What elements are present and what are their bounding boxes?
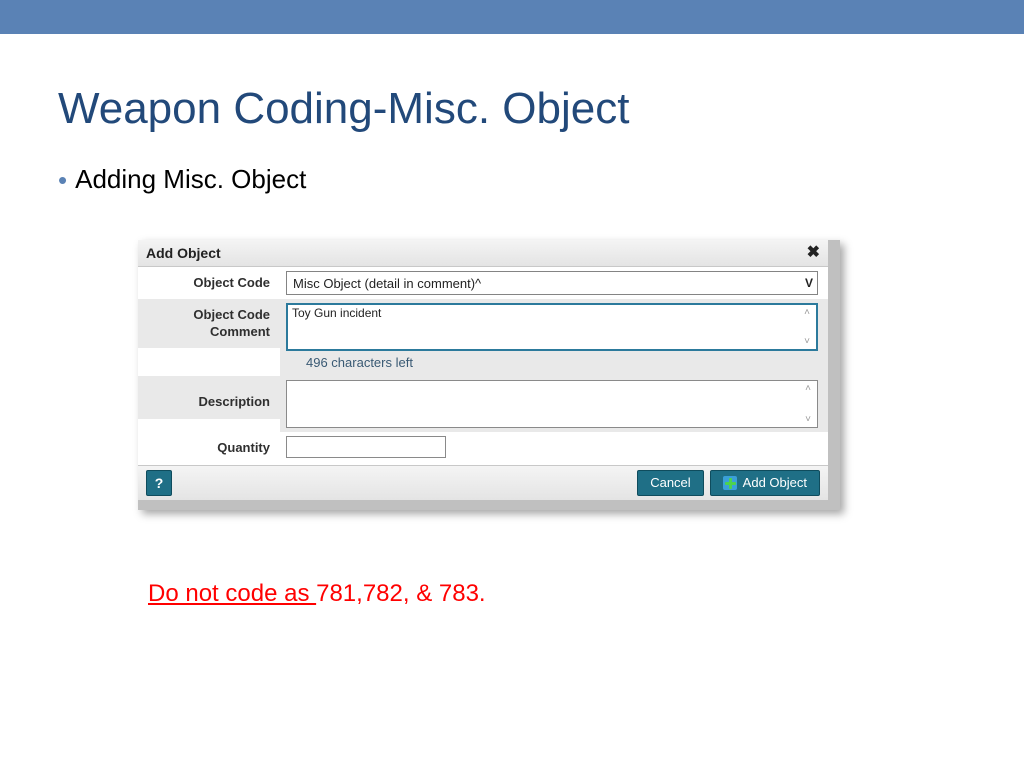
warning-note: Do not code as 781,782, & 783. xyxy=(148,580,966,608)
cell-object-code: Misc Object (detail in comment)^ V xyxy=(280,267,828,299)
cell-object-code-comment: Toy Gun incident ˄ ˅ 496 characters left xyxy=(280,299,828,376)
scroll-down-icon: ˅ xyxy=(805,414,811,425)
add-object-dialog: Add Object ✖ Object Code Misc Object (de… xyxy=(138,240,828,500)
row-quantity: Quantity xyxy=(138,432,828,464)
object-code-comment-input[interactable]: Toy Gun incident ˄ ˅ xyxy=(286,303,818,351)
add-object-button[interactable]: Add Object xyxy=(710,470,820,496)
bullet-dot-icon: • xyxy=(58,167,67,193)
cancel-button[interactable]: Cancel xyxy=(637,470,703,496)
label-description: Description xyxy=(138,376,280,418)
bullet-item: • Adding Misc. Object xyxy=(58,164,966,195)
warning-underlined: Do not code as xyxy=(148,580,316,607)
scroll-up-icon: ˄ xyxy=(804,307,810,318)
cell-quantity xyxy=(280,432,828,462)
chars-left-text: 496 characters left xyxy=(306,355,818,370)
chevron-down-icon: V xyxy=(805,276,813,290)
scroll-up-icon: ˄ xyxy=(805,383,811,394)
description-input[interactable]: ˄ ˅ xyxy=(286,380,818,428)
object-code-select[interactable]: Misc Object (detail in comment)^ V xyxy=(286,271,818,295)
warning-rest: 781,782, & 783. xyxy=(316,580,485,607)
row-description: Description ˄ ˅ xyxy=(138,376,828,432)
bullet-text: Adding Misc. Object xyxy=(75,164,306,195)
row-object-code-comment: Object Code Comment Toy Gun incident ˄ ˅… xyxy=(138,299,828,376)
label-quantity: Quantity xyxy=(138,432,280,464)
add-object-button-label: Add Object xyxy=(743,475,807,490)
close-icon[interactable]: ✖ xyxy=(807,245,820,261)
help-button[interactable]: ? xyxy=(146,470,172,496)
textarea-scrollbar-2[interactable]: ˄ ˅ xyxy=(801,383,815,425)
label-object-code-comment: Object Code Comment xyxy=(138,299,280,348)
slide-title: Weapon Coding-Misc. Object xyxy=(58,84,966,134)
scroll-down-icon: ˅ xyxy=(804,336,810,347)
row-object-code: Object Code Misc Object (detail in comme… xyxy=(138,267,828,299)
add-icon xyxy=(723,476,737,490)
textarea-scrollbar[interactable]: ˄ ˅ xyxy=(800,307,814,347)
object-code-comment-value: Toy Gun incident xyxy=(292,306,381,320)
slide-body: Weapon Coding-Misc. Object • Adding Misc… xyxy=(0,34,1024,608)
cell-description: ˄ ˅ xyxy=(280,376,828,432)
object-code-select-value: Misc Object (detail in comment)^ xyxy=(293,276,481,291)
dialog-footer: ? Cancel Add Object xyxy=(138,465,828,500)
slide-top-bar xyxy=(0,0,1024,34)
dialog-screenshot-frame: Add Object ✖ Object Code Misc Object (de… xyxy=(138,240,840,510)
dialog-title: Add Object xyxy=(146,245,221,261)
dialog-titlebar: Add Object ✖ xyxy=(138,240,828,267)
label-object-code: Object Code xyxy=(138,267,280,299)
cancel-button-label: Cancel xyxy=(650,475,690,490)
quantity-input[interactable] xyxy=(286,436,446,458)
